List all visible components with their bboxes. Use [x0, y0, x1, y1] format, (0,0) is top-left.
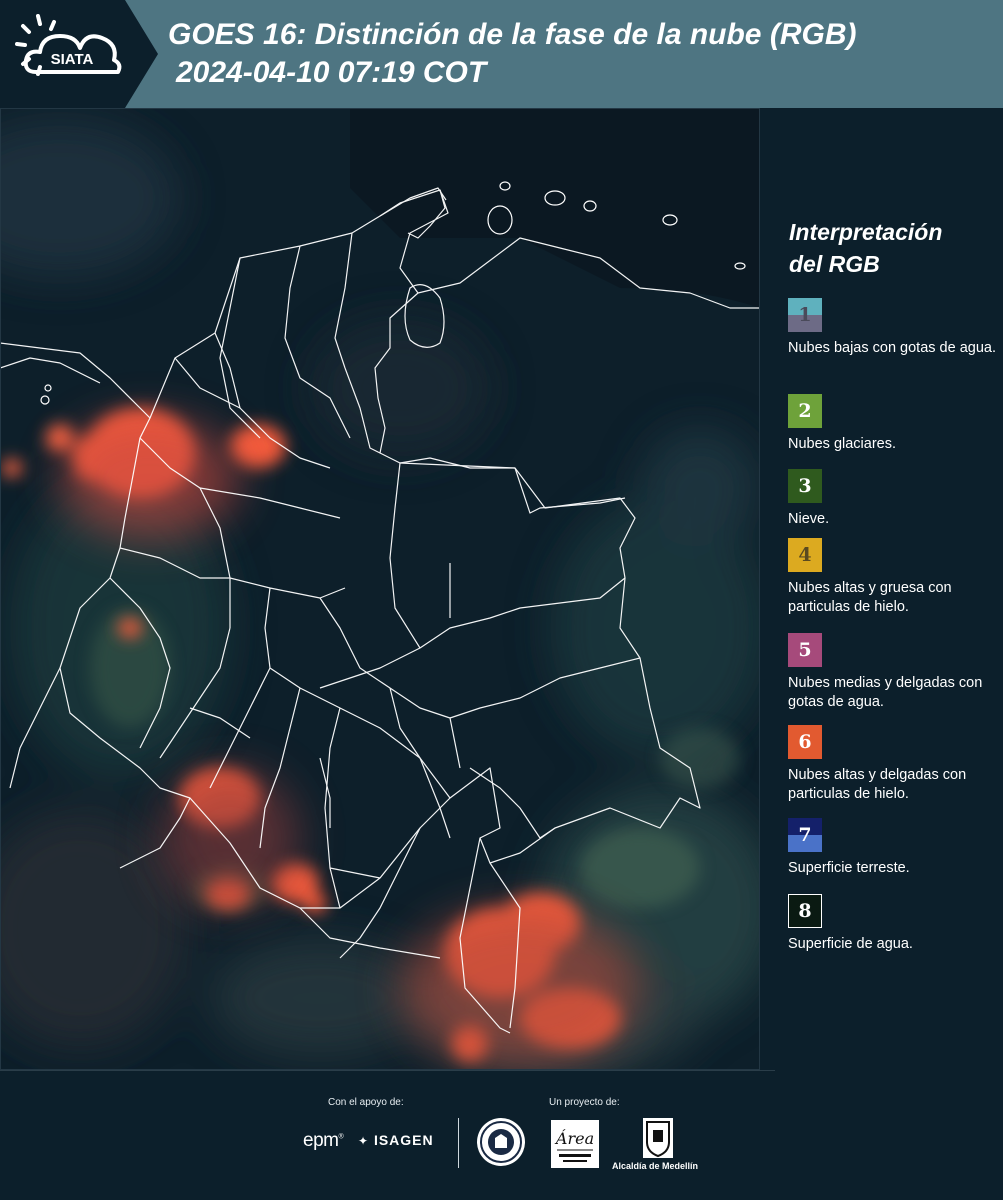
support-label: Con el apoyo de:: [328, 1097, 404, 1108]
legend-label-6: Nubes altas y delgadas con particulas de…: [788, 767, 967, 802]
university-seal-logo: [477, 1118, 525, 1166]
legend-swatch-4: 4: [788, 538, 822, 572]
area-metropolitana-logo: Área: [551, 1120, 599, 1168]
isagen-logo: ✦ ISAGEN: [358, 1132, 434, 1148]
legend-swatch-1: 1: [788, 298, 822, 332]
legend-item-8: 8 Superficie de agua.: [788, 894, 998, 954]
siata-logo: SIATA: [0, 0, 158, 108]
legend-swatch-6: 6: [788, 725, 822, 759]
legend-label-3: Nieve.: [788, 511, 830, 527]
svg-text:Área: Área: [554, 1128, 594, 1148]
legend-item-2: 2 Nubes glaciares.: [788, 394, 998, 454]
legend-number-4: 4: [798, 544, 812, 566]
footer-vertical-divider: [458, 1118, 459, 1168]
legend-label-8: Superficie de agua.: [788, 936, 913, 952]
legend-number-8: 8: [798, 900, 812, 922]
legend-item-7: 7 Superficie terreste.: [788, 818, 998, 878]
rgb-legend: Interpretación del RGB 1 Nubes bajas con…: [760, 108, 1003, 1070]
alcaldia-shield-logo: [643, 1118, 673, 1158]
project-label: Un proyecto de:: [549, 1097, 620, 1108]
legend-number-3: 3: [798, 475, 812, 497]
title-timestamp: 2024-04-10 07:19 COT: [176, 56, 487, 89]
legend-number-1: 1: [798, 304, 812, 326]
legend-number-2: 2: [798, 400, 812, 422]
legend-label-2: Nubes glaciares.: [788, 436, 896, 452]
legend-swatch-8: 8: [788, 894, 822, 928]
legend-number-5: 5: [798, 639, 812, 661]
legend-item-1: 1 Nubes bajas con gotas de agua.: [788, 298, 998, 358]
legend-item-6: 6 Nubes altas y delgadas con particulas …: [788, 725, 998, 804]
isagen-logo-text: ISAGEN: [373, 1132, 434, 1148]
legend-title-line-2: del RGB: [789, 251, 880, 277]
legend-title-line-1: Interpretación: [789, 219, 943, 245]
legend-swatch-2: 2: [788, 394, 822, 428]
header-bar: SIATA GOES 16: Distinción de la fase de …: [0, 0, 1003, 108]
alcaldia-label: Alcaldía de Medellín: [612, 1161, 699, 1171]
epm-logo: epm®: [303, 1130, 344, 1151]
legend-item-5: 5 Nubes medias y delgadas con gotas de a…: [788, 633, 998, 712]
legend-label-5: Nubes medias y delgadas con gotas de agu…: [788, 675, 983, 710]
legend-number-7: 7: [798, 824, 812, 846]
legend-label-7: Superficie terreste.: [788, 860, 910, 876]
legend-item-3: 3 Nieve.: [788, 469, 998, 529]
legend-swatch-7: 7: [788, 818, 822, 852]
page-title: GOES 16: Distinción de la fase de la nub…: [168, 16, 856, 92]
legend-number-6: 6: [798, 731, 812, 753]
footer-divider-line: [0, 1070, 775, 1071]
legend-swatch-5: 5: [788, 633, 822, 667]
siata-logo-text: SIATA: [51, 51, 94, 68]
legend-title: Interpretación del RGB: [789, 216, 989, 280]
legend-label-1: Nubes bajas con gotas de agua.: [788, 340, 996, 356]
legend-item-4: 4 Nubes altas y gruesa con particulas de…: [788, 538, 998, 617]
footer: Con el apoyo de: Un proyecto de: epm® ✦ …: [0, 1070, 1003, 1200]
isagen-icon: ✦: [358, 1134, 370, 1148]
satellite-image: [0, 108, 760, 1070]
legend-swatch-3: 3: [788, 469, 822, 503]
epm-logo-text: epm: [303, 1130, 339, 1151]
legend-label-4: Nubes altas y gruesa con particulas de h…: [788, 580, 952, 615]
satellite-map: [0, 108, 760, 1070]
title-line-1: GOES 16: Distinción de la fase de la nub…: [168, 18, 857, 51]
